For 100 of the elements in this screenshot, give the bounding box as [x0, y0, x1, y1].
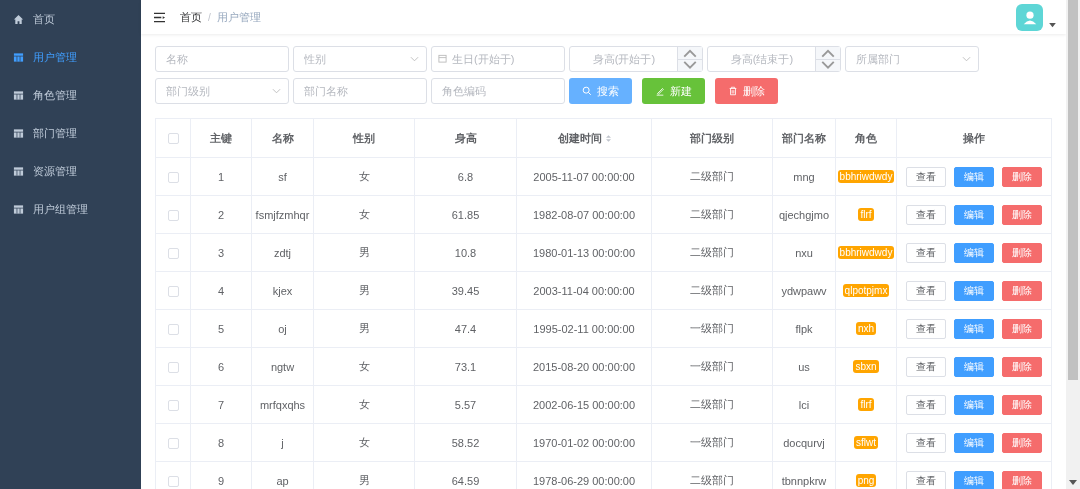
table-cell: 8 [190, 423, 252, 462]
view-button[interactable]: 查看 [906, 242, 946, 263]
table-cell: fsmjfzmhqr [251, 195, 314, 234]
table-cell: 6.8 [414, 157, 517, 196]
sidebar-item[interactable]: 首页 [0, 0, 141, 38]
table-cell: 女 [313, 423, 415, 462]
edit-button[interactable]: 编辑 [954, 394, 994, 415]
table-cell: 男 [313, 233, 415, 272]
column-header: 性别 [313, 118, 415, 158]
chevron-down-icon [272, 88, 281, 94]
scrollbar[interactable] [1066, 0, 1080, 489]
table-cell: 女 [313, 195, 415, 234]
checkbox[interactable] [167, 247, 179, 259]
checkbox[interactable] [167, 437, 179, 449]
select-field[interactable]: 所属部门 [845, 46, 979, 72]
table-cell: 6 [190, 347, 252, 386]
chevron-down-icon[interactable] [678, 58, 702, 71]
chevron-down-icon [410, 56, 419, 62]
edit-button[interactable]: 编辑 [954, 318, 994, 339]
menu-icon[interactable] [153, 11, 166, 23]
table-cell: mrfqxqhs [251, 385, 314, 424]
sidebar-item[interactable]: 角色管理 [0, 76, 141, 114]
edit-button[interactable]: 编辑 [954, 242, 994, 263]
view-button[interactable]: 查看 [906, 470, 946, 489]
view-button[interactable]: 查看 [906, 204, 946, 225]
input-field[interactable]: 名称 [155, 46, 289, 72]
table-cell: 2003-11-04 00:00:00 [516, 271, 652, 310]
column-header: 名称 [251, 118, 314, 158]
checkbox[interactable] [167, 399, 179, 411]
sidebar-item[interactable]: 用户组管理 [0, 190, 141, 228]
column-header: 创建时间 [516, 118, 652, 158]
view-button[interactable]: 查看 [906, 166, 946, 187]
table-cell: kjex [251, 271, 314, 310]
table-cell: 47.4 [414, 309, 517, 348]
delete-button[interactable]: 删除 [1002, 470, 1042, 489]
caret-icon[interactable] [1049, 22, 1056, 28]
trash-icon [728, 86, 738, 96]
table-cell: 2002-06-15 00:00:00 [516, 385, 652, 424]
delete-button[interactable]: 删除 [1002, 432, 1042, 453]
table-cell: 女 [313, 385, 415, 424]
avatar[interactable] [1016, 3, 1043, 31]
edit-button[interactable]: 编辑 [954, 432, 994, 453]
view-button[interactable]: 查看 [906, 318, 946, 339]
column-header: 操作 [896, 118, 1052, 158]
checkbox[interactable] [167, 361, 179, 373]
view-button[interactable]: 查看 [906, 356, 946, 377]
delete-button[interactable]: 删除 [1002, 280, 1042, 301]
edit-button[interactable]: 编辑 [954, 280, 994, 301]
table-cell: 7 [190, 385, 252, 424]
select-field[interactable]: 性别 [293, 46, 427, 72]
input-field[interactable]: 角色编码 [431, 78, 565, 104]
edit-button[interactable]: 编辑 [954, 470, 994, 489]
role-tag: bbhriwdwdy [837, 246, 895, 259]
table-cell: oj [251, 309, 314, 348]
edit-button[interactable]: 编辑 [954, 356, 994, 377]
input-field[interactable]: 部门名称 [293, 78, 427, 104]
table-cell: 39.45 [414, 271, 517, 310]
table-cell: 女 [313, 347, 415, 386]
column-header: 部门级别 [651, 118, 773, 158]
sort-icon[interactable] [605, 134, 611, 144]
table-icon [13, 203, 24, 215]
edit-button[interactable]: 编辑 [954, 166, 994, 187]
role-tag: bbhriwdwdy [837, 170, 895, 183]
create-button[interactable]: 新建 [642, 78, 705, 104]
delete-button[interactable]: 删除 [1002, 356, 1042, 377]
table-cell: 1982-08-07 00:00:00 [516, 195, 652, 234]
checkbox[interactable] [167, 133, 179, 145]
table-icon [13, 165, 24, 177]
delete-button[interactable]: 删除 [715, 78, 778, 104]
chevron-down-icon [962, 56, 971, 62]
column-header: 部门名称 [772, 118, 836, 158]
table-icon [13, 127, 24, 139]
home-icon [13, 13, 24, 25]
scroll-down-icon[interactable] [1069, 480, 1077, 486]
checkbox[interactable] [167, 209, 179, 221]
delete-button[interactable]: 删除 [1002, 204, 1042, 225]
table-cell: 一级部门 [651, 309, 773, 348]
date-field[interactable]: 生日(开始于) [431, 46, 565, 72]
breadcrumb-item[interactable]: 首页 [180, 9, 202, 25]
checkbox[interactable] [167, 285, 179, 297]
select-field[interactable]: 部门级别 [155, 78, 289, 104]
checkbox[interactable] [167, 171, 179, 183]
view-button[interactable]: 查看 [906, 394, 946, 415]
chevron-down-icon[interactable] [816, 58, 840, 71]
delete-button[interactable]: 删除 [1002, 318, 1042, 339]
table-cell: j [251, 423, 314, 462]
delete-button[interactable]: 删除 [1002, 242, 1042, 263]
delete-button[interactable]: 删除 [1002, 166, 1042, 187]
table-cell: mng [772, 157, 836, 196]
edit-button[interactable]: 编辑 [954, 204, 994, 225]
sidebar-item[interactable]: 用户管理 [0, 38, 141, 76]
checkbox[interactable] [167, 323, 179, 335]
sidebar-item[interactable]: 部门管理 [0, 114, 141, 152]
sidebar-item[interactable]: 资源管理 [0, 152, 141, 190]
view-button[interactable]: 查看 [906, 432, 946, 453]
search-button[interactable]: 搜索 [569, 78, 632, 104]
role-tag: flrf [858, 398, 874, 411]
checkbox[interactable] [167, 475, 179, 487]
view-button[interactable]: 查看 [906, 280, 946, 301]
delete-button[interactable]: 删除 [1002, 394, 1042, 415]
